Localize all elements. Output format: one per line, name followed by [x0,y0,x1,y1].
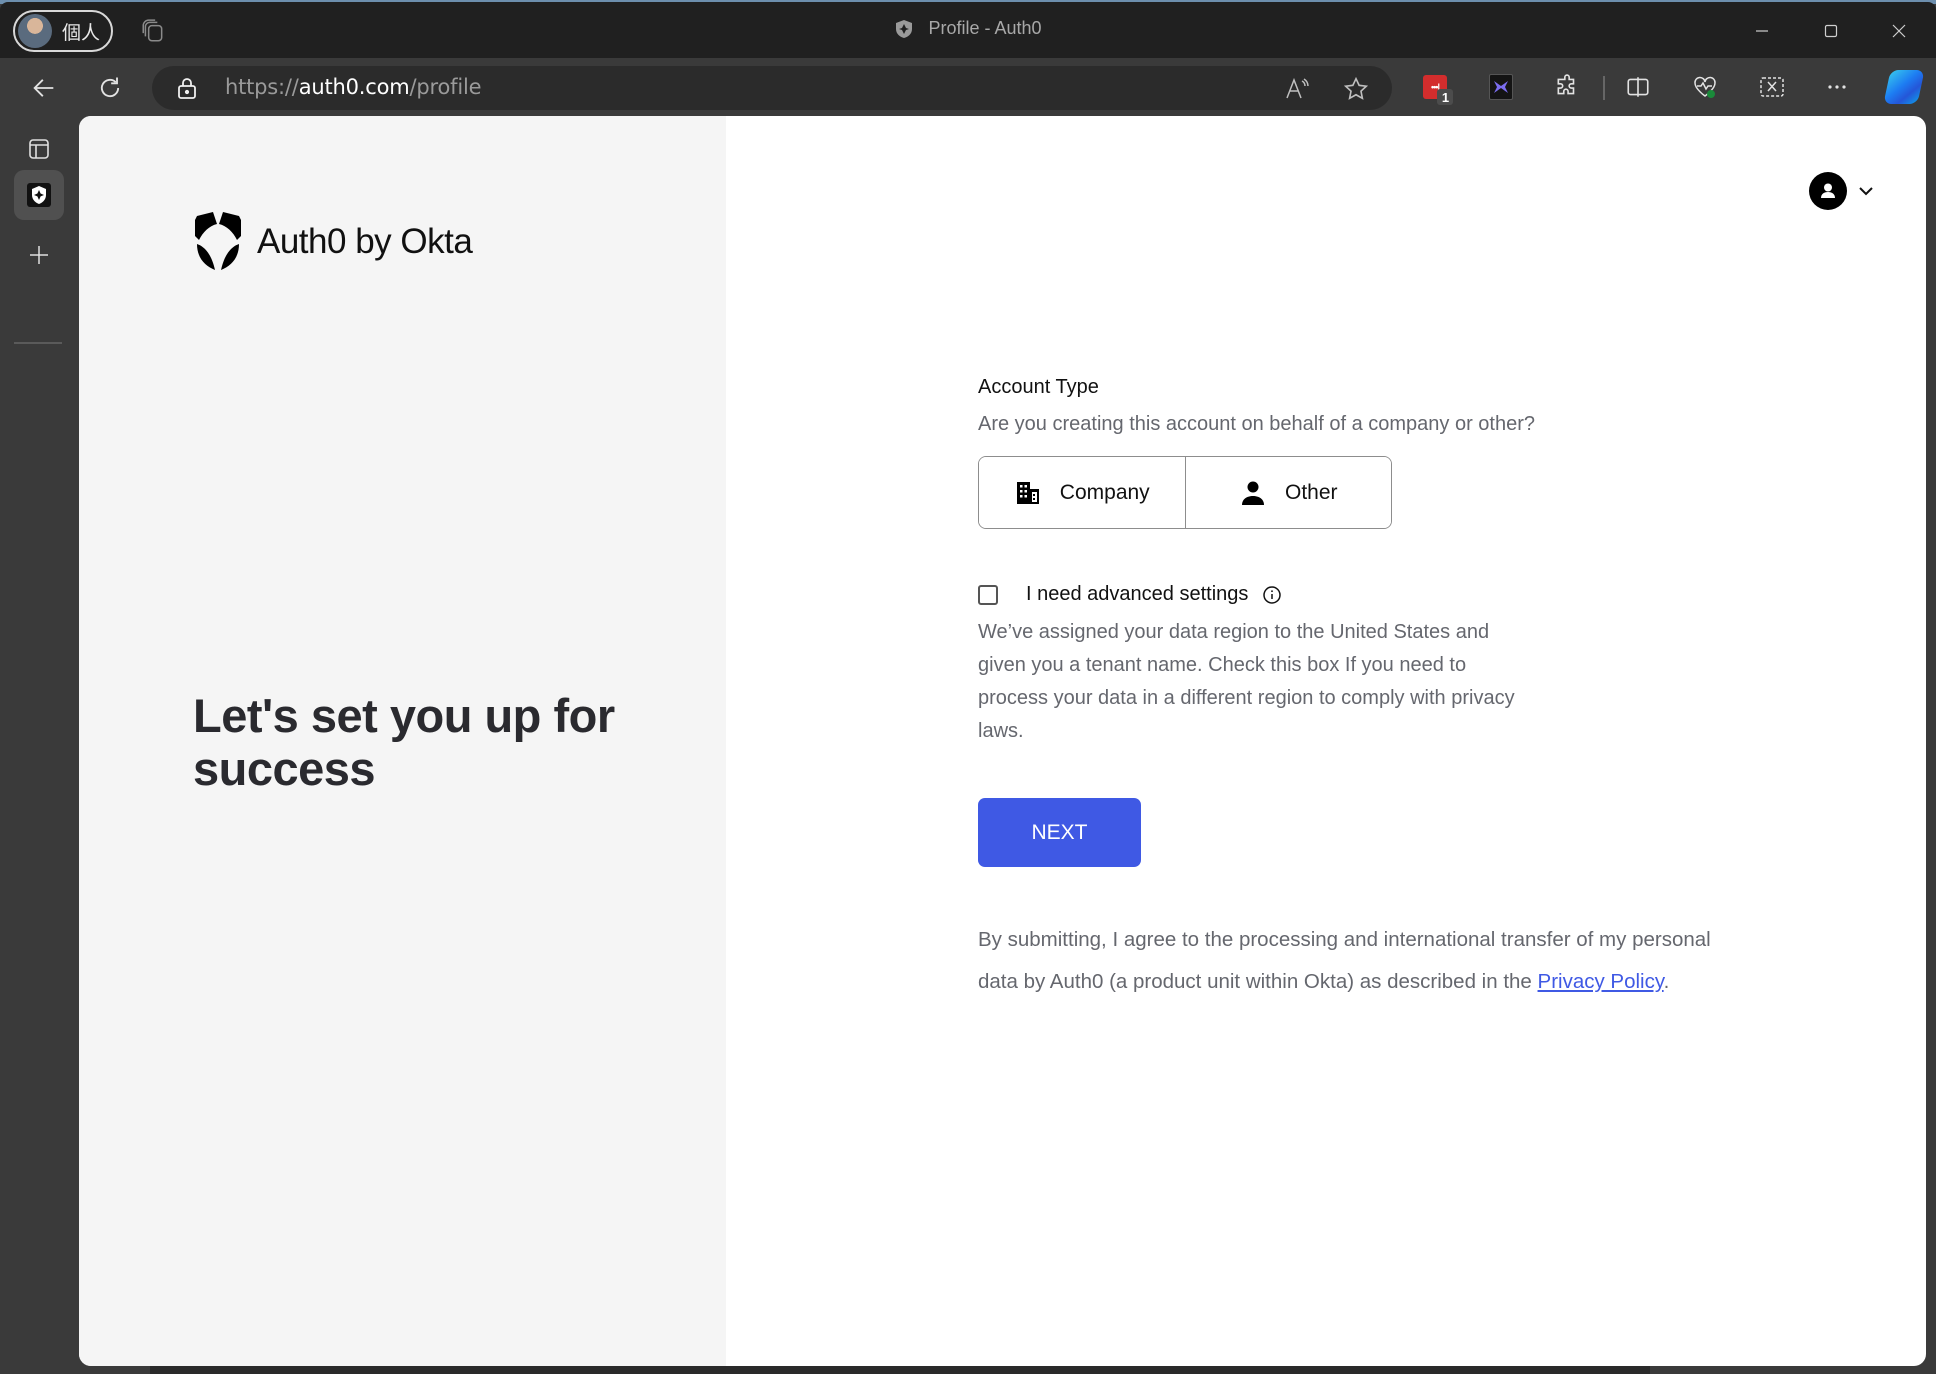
tab-actions-icon[interactable] [14,124,64,174]
screenshot-icon[interactable] [1756,71,1788,103]
more-icon[interactable] [1821,71,1853,103]
url-path: /profile [409,75,482,99]
consent-text: By submitting, I agree to the processing… [978,919,1738,1003]
close-window-button[interactable] [1884,16,1914,46]
taskbar-edge [150,1366,1650,1374]
extension-2-icon[interactable] [1485,71,1517,103]
maximize-button[interactable] [1816,16,1846,46]
minimize-button[interactable] [1747,16,1777,46]
auth0-tab-icon[interactable] [14,170,64,220]
active-tab-indicator [14,342,62,344]
account-type-question: Are you creating this account on behalf … [978,413,1536,435]
left-hero-panel: Auth0 by Okta Let's set you up for succe… [79,116,726,1366]
info-icon[interactable] [1262,585,1282,605]
address-bar[interactable]: https://auth0.com/profile [152,66,1392,110]
browser-toolbar: https://auth0.com/profile •••| 1 [0,58,1936,116]
user-avatar[interactable] [1809,172,1847,210]
user-menu[interactable] [1809,172,1875,210]
account-type-toggle: Company Other [978,456,1392,529]
url-scheme: https:// [225,75,299,99]
auth0-shield-icon [195,212,241,270]
browser-titlebar: 個人 Profile - Auth0 [0,2,1936,60]
extension-badge: 1 [1437,89,1453,105]
page-headline: Let's set you up for success [193,689,615,795]
consent-suffix: . [1663,970,1670,993]
privacy-policy-link[interactable]: Privacy Policy [1538,970,1664,993]
url-text[interactable]: https://auth0.com/profile [225,75,482,99]
person-icon [1241,481,1264,505]
back-button[interactable] [24,68,64,108]
chevron-down-icon[interactable] [1857,182,1875,200]
building-icon [1016,481,1039,504]
toolbar-separator [1603,76,1605,100]
account-type-form: Account Type Are you creating this accou… [978,376,1738,1003]
company-option-label: Company [1059,480,1150,504]
web-page: Auth0 by Okta Let's set you up for succe… [79,116,1926,1366]
next-button[interactable]: NEXT [978,798,1141,867]
other-option-button[interactable]: Other [1184,457,1391,528]
browser-essentials-icon[interactable] [1689,71,1721,103]
auth0-logo: Auth0 by Okta [193,212,473,272]
advanced-settings-label[interactable]: I need advanced settings [1026,583,1248,606]
new-tab-plus-icon[interactable] [14,230,64,280]
advanced-settings-description: We’ve assigned your data region to the U… [978,621,1515,742]
refresh-button[interactable] [90,68,130,108]
read-aloud-icon[interactable] [1282,74,1312,104]
extensions-puzzle-icon[interactable] [1551,71,1583,103]
advanced-settings-checkbox[interactable] [978,584,998,605]
company-option-button[interactable]: Company [979,457,1185,528]
window-title: Profile - Auth0 [0,18,1936,39]
favorite-star-icon[interactable] [1341,74,1371,104]
advanced-settings-row: I need advanced settings [978,583,1738,606]
window-title-text: Profile - Auth0 [928,18,1042,38]
lastpass-extension-icon[interactable]: •••| 1 [1419,71,1453,105]
account-type-label: Account Type [978,376,1099,398]
brand-name: Auth0 by Okta [257,222,473,261]
copilot-icon[interactable] [1883,67,1925,107]
lock-icon[interactable] [176,76,198,100]
vertical-tab-sidebar [0,116,79,1374]
auth0-favicon-icon [896,19,913,38]
url-host: auth0.com [298,75,410,99]
split-screen-icon[interactable] [1622,71,1654,103]
other-option-label: Other [1284,480,1338,504]
user-icon [1821,183,1835,198]
